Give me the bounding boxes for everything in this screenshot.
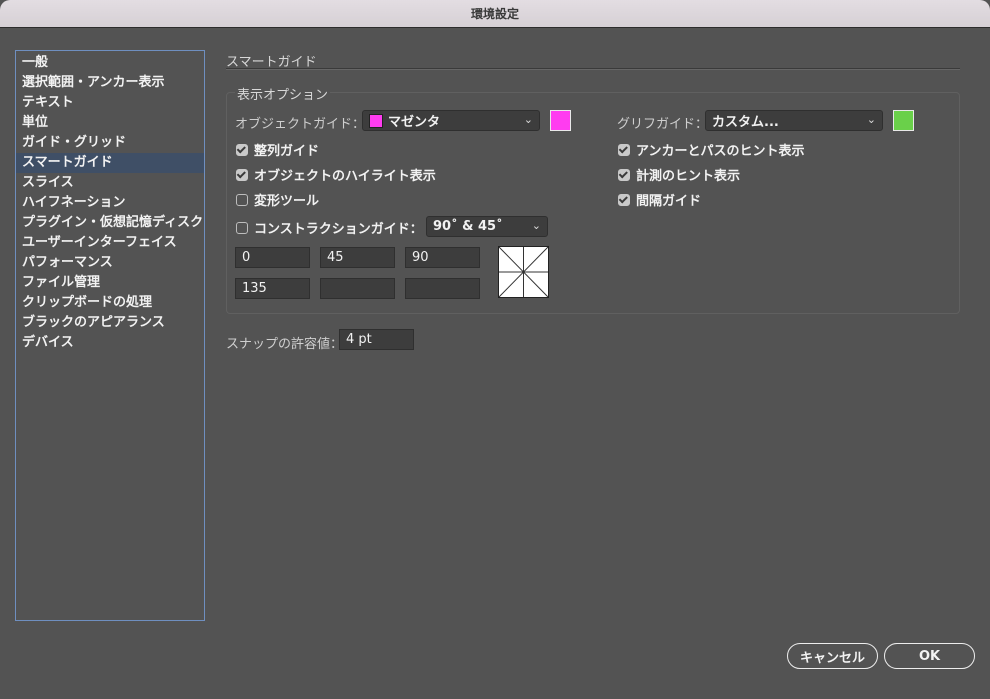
construction-angle-select[interactable]: 90˚ & 45˚ ⌄ — [426, 216, 548, 237]
checkbox-checked-icon — [236, 168, 248, 181]
sidebar-item-selection-anchor[interactable]: 選択範囲・アンカー表示 — [16, 73, 204, 93]
checkbox-unchecked-icon — [236, 193, 248, 206]
sidebar-item-user-interface[interactable]: ユーザーインターフェイス — [16, 233, 204, 253]
glyph-guide-color-select[interactable]: カスタム... ⌄ — [705, 110, 883, 131]
checkbox-checked-icon — [618, 193, 630, 206]
sidebar-item-smart-guides[interactable]: スマートガイド — [16, 153, 204, 173]
object-guide-color-swatch[interactable] — [550, 110, 571, 131]
chevron-down-icon: ⌄ — [866, 113, 876, 126]
transform-tools-label: 変形ツール — [254, 194, 320, 209]
glyph-guide-label: グリフガイド： — [617, 117, 709, 132]
sidebar-item-clipboard[interactable]: クリップボードの処理 — [16, 293, 204, 313]
display-options-label: 表示オプション — [235, 84, 331, 103]
cancel-button[interactable]: キャンセル — [787, 643, 878, 669]
chevron-down-icon: ⌄ — [523, 113, 533, 126]
sidebar-item-black-appearance[interactable]: ブラックのアピアランス — [16, 313, 204, 333]
window-title: 環境設定 — [470, 7, 519, 21]
sidebar-item-guides-grid[interactable]: ガイド・グリッド — [16, 133, 204, 153]
construction-angle-value: 90˚ & 45˚ — [433, 219, 503, 234]
angle-field-1[interactable]: 0 — [235, 247, 310, 268]
angle-field-6[interactable] — [405, 278, 480, 299]
sidebar-item-file-handling[interactable]: ファイル管理 — [16, 273, 204, 293]
snap-tolerance-field[interactable]: 4 pt — [339, 329, 414, 350]
object-guide-color-value: マゼンタ — [388, 115, 441, 130]
angle-field-2[interactable]: 45 — [320, 247, 395, 268]
object-guide-label: オブジェクトガイド： — [235, 117, 366, 132]
object-guide-color-chip — [369, 113, 383, 128]
sidebar-item-hyphenation[interactable]: ハイフネーション — [16, 193, 204, 213]
sidebar-item-general[interactable]: 一般 — [16, 53, 204, 73]
construction-guides-label: コンストラクションガイド： — [254, 222, 423, 237]
checkbox-checked-icon — [618, 143, 630, 156]
sidebar-item-devices[interactable]: デバイス — [16, 333, 204, 353]
anchor-path-labels-label: アンカーとパスのヒント表示 — [636, 144, 805, 159]
sidebar-item-slices[interactable]: スライス — [16, 173, 204, 193]
angle-field-5[interactable] — [320, 278, 395, 299]
anchor-path-labels-checkbox[interactable]: アンカーとパスのヒント表示 — [618, 140, 804, 159]
sidebar-item-text[interactable]: テキスト — [16, 93, 204, 113]
preferences-category-list[interactable]: 一般 選択範囲・アンカー表示 テキスト 単位 ガイド・グリッド スマートガイド … — [15, 50, 205, 621]
transform-tools-checkbox[interactable]: 変形ツール — [236, 190, 319, 209]
sidebar-item-plugins-scratch-disks[interactable]: プラグイン・仮想記憶ディスク — [16, 213, 204, 233]
angle-field-4[interactable]: 135 — [235, 278, 310, 299]
sidebar-item-performance[interactable]: パフォーマンス — [16, 253, 204, 273]
spacing-guides-checkbox[interactable]: 間隔ガイド — [618, 190, 701, 209]
measurement-labels-checkbox[interactable]: 計測のヒント表示 — [618, 165, 740, 184]
construction-guides-checkbox[interactable]: コンストラクションガイド： — [236, 218, 423, 237]
sidebar-item-units[interactable]: 単位 — [16, 113, 204, 133]
alignment-guides-checkbox[interactable]: 整列ガイド — [236, 140, 319, 159]
object-highlighting-checkbox[interactable]: オブジェクトのハイライト表示 — [236, 165, 436, 184]
measurement-labels-label: 計測のヒント表示 — [636, 169, 741, 184]
spacing-guides-label: 間隔ガイド — [636, 194, 702, 209]
construction-angle-preview-icon — [498, 246, 549, 298]
glyph-guide-color-value: カスタム... — [712, 115, 779, 130]
checkbox-checked-icon — [618, 168, 630, 181]
glyph-guide-color-swatch[interactable] — [893, 110, 914, 131]
checkbox-unchecked-icon — [236, 221, 248, 234]
alignment-guides-label: 整列ガイド — [254, 144, 320, 159]
title-bar: 環境設定 — [0, 0, 990, 28]
checkbox-checked-icon — [236, 143, 248, 156]
ok-button[interactable]: OK — [884, 643, 975, 669]
chevron-down-icon: ⌄ — [531, 219, 541, 232]
snap-tolerance-label: スナップの許容値： — [226, 337, 344, 352]
object-guide-color-select[interactable]: マゼンタ ⌄ — [362, 110, 540, 131]
section-divider — [226, 68, 960, 70]
object-highlighting-label: オブジェクトのハイライト表示 — [254, 169, 436, 184]
angle-field-3[interactable]: 90 — [405, 247, 480, 268]
